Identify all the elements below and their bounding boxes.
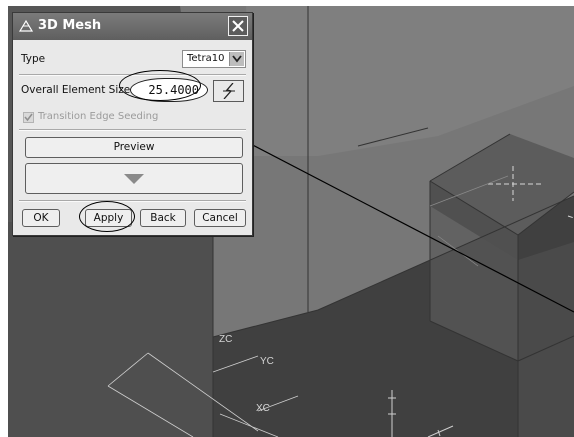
left-wall-face (8, 222, 213, 437)
type-dropdown[interactable]: Tetra10 (182, 50, 246, 68)
dialog-title: 3D Mesh (38, 18, 102, 33)
cancel-button[interactable]: Cancel (194, 209, 246, 227)
zc-label: ZC (219, 334, 232, 345)
back-label: Back (150, 212, 176, 224)
ok-button[interactable]: OK (22, 209, 60, 227)
checkmark-icon (24, 113, 33, 122)
mesh-dialog: 3D Mesh Type Tetra10 Overall Element Siz… (12, 12, 253, 236)
expand-triangle-icon (124, 174, 144, 184)
size-callout-ellipse (119, 70, 201, 101)
cancel-label: Cancel (202, 212, 238, 224)
transition-checkbox[interactable] (23, 112, 34, 123)
auto-size-button[interactable] (213, 80, 244, 102)
type-dropdown-value: Tetra10 (187, 53, 225, 64)
size-label: Overall Element Size (21, 84, 131, 96)
close-icon (232, 20, 244, 32)
lightning-icon (223, 83, 235, 99)
close-button[interactable] (228, 16, 248, 36)
yc-label: YC (260, 356, 274, 367)
dialog-titlebar[interactable]: 3D Mesh (13, 13, 252, 40)
dropdown-arrow-icon[interactable] (229, 52, 244, 66)
mesh-icon (19, 19, 33, 32)
xc-label: XC (256, 403, 270, 414)
transition-label: Transition Edge Seeding (38, 111, 159, 122)
separator (19, 129, 246, 131)
preview-button[interactable]: Preview (25, 137, 243, 158)
separator (19, 200, 246, 202)
type-label: Type (21, 53, 46, 65)
apply-callout-ellipse (79, 201, 135, 232)
expand-button[interactable] (25, 163, 243, 194)
ok-label: OK (33, 212, 49, 224)
preview-label: Preview (113, 141, 155, 153)
back-button[interactable]: Back (140, 209, 186, 227)
